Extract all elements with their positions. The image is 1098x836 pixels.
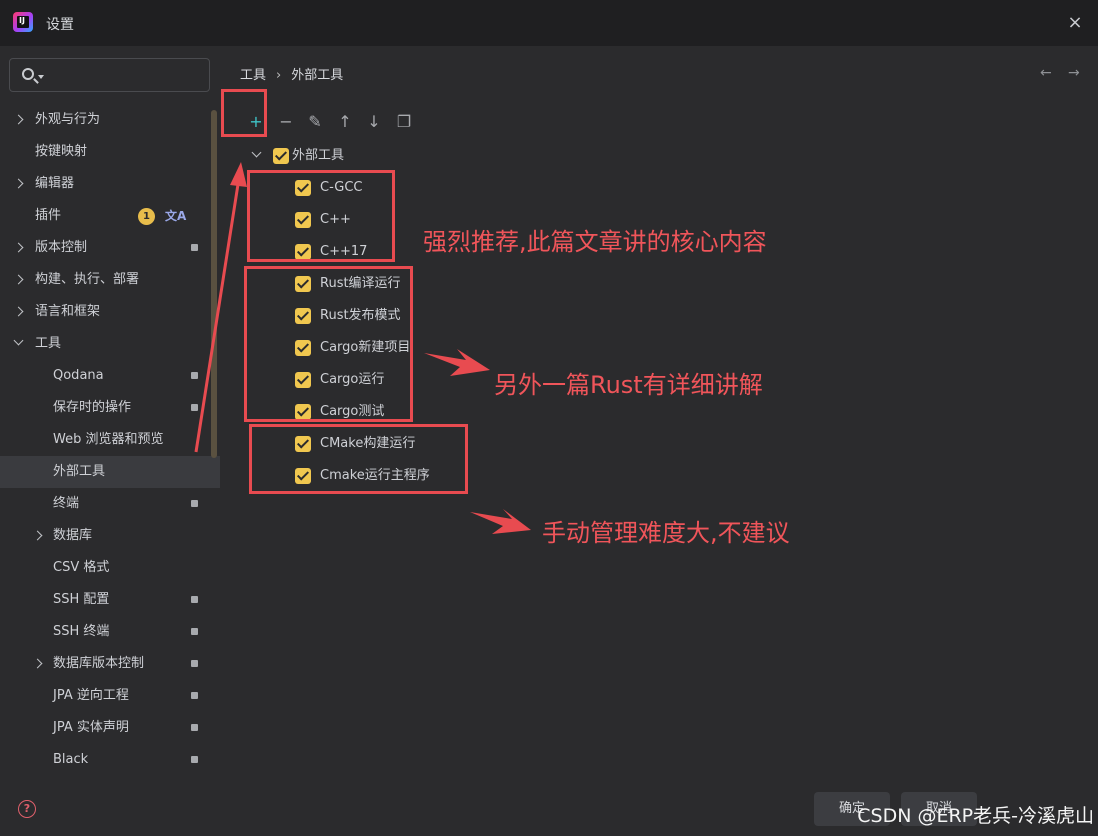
annotation-box-add	[221, 89, 267, 137]
sidebar-item-label: JPA 逆向工程	[53, 688, 129, 703]
search-input[interactable]	[48, 65, 203, 85]
search-box[interactable]	[9, 58, 210, 92]
project-scope-icon	[191, 596, 198, 603]
copy-icon[interactable]: ❐	[394, 111, 414, 133]
sidebar-item-label: 插件	[35, 208, 62, 223]
annotation-note-manual: 手动管理难度大,不建议	[542, 519, 790, 547]
sidebar-item-label: SSH 配置	[53, 592, 110, 607]
sidebar-item-label: Web 浏览器和预览	[53, 432, 164, 447]
back-arrow-icon[interactable]: ←	[1040, 66, 1056, 80]
sidebar-item-label: Qodana	[53, 368, 104, 383]
breadcrumb: 工具 › 外部工具	[240, 64, 343, 83]
sidebar-item-db-migrations[interactable]: 数据库版本控制	[0, 648, 220, 680]
settings-nav: 外观与行为 按键映射 编辑器 插件 1 文A 版本控制 构建、执行、部署 语言和框架…	[0, 104, 220, 776]
window-title: 设置	[46, 17, 74, 33]
sidebar: 外观与行为 按键映射 编辑器 插件 1 文A 版本控制 构建、执行、部署 语言和框架…	[0, 46, 220, 836]
project-scope-icon	[191, 372, 198, 379]
breadcrumb-current: 外部工具	[291, 68, 344, 83]
sidebar-item-label: 版本控制	[35, 240, 88, 255]
title-bar: IJ 设置 ×	[0, 0, 1098, 46]
sidebar-item-build[interactable]: 构建、执行、部署	[0, 264, 220, 296]
sidebar-item-label: 数据库	[53, 528, 93, 543]
sidebar-item-ssh-terminal[interactable]: SSH 终端	[0, 616, 220, 648]
chevron-down-icon[interactable]	[251, 147, 262, 158]
annotation-note-rust: 另外一篇Rust有详细讲解	[494, 371, 763, 399]
sidebar-item-label: 外部工具	[53, 464, 106, 479]
sidebar-item-label: SSH 终端	[53, 624, 110, 639]
project-scope-icon	[191, 628, 198, 635]
sidebar-item-vcs[interactable]: 版本控制	[0, 232, 220, 264]
help-icon[interactable]: ?	[18, 800, 36, 818]
chevron-right-icon[interactable]	[13, 274, 24, 285]
sidebar-item-label: 数据库版本控制	[53, 656, 145, 671]
move-up-icon[interactable]: ↑	[335, 111, 355, 133]
sidebar-item-label: Black	[53, 752, 89, 767]
sidebar-item-label: 工具	[35, 336, 62, 351]
sidebar-item-terminal[interactable]: 终端	[0, 488, 220, 520]
project-scope-icon	[191, 756, 198, 763]
sidebar-item-label: 按键映射	[35, 144, 88, 159]
project-scope-icon	[191, 724, 198, 731]
sidebar-item-database[interactable]: 数据库	[0, 520, 220, 552]
chevron-down-icon[interactable]	[13, 335, 24, 346]
project-scope-icon	[191, 244, 198, 251]
sidebar-item-plugins[interactable]: 插件 1 文A	[0, 200, 220, 232]
translate-icon: 文A	[165, 209, 187, 223]
tree-group-label: 外部工具	[292, 148, 345, 163]
sidebar-item-label: JPA 实体声明	[53, 720, 129, 735]
search-icon[interactable]	[22, 68, 34, 80]
chevron-right-icon[interactable]	[13, 306, 24, 317]
sidebar-item-label: 终端	[53, 496, 80, 511]
sidebar-item-tools[interactable]: 工具	[0, 328, 220, 360]
forward-arrow-icon[interactable]: →	[1068, 66, 1084, 80]
edit-icon[interactable]: ✎	[305, 111, 325, 133]
sidebar-item-label: 外观与行为	[35, 112, 101, 127]
watermark: CSDN @ERP老兵-冷溪虎山	[857, 805, 1094, 827]
project-scope-icon	[191, 500, 198, 507]
sidebar-item-web-browsers[interactable]: Web 浏览器和预览	[0, 424, 220, 456]
annotation-box-rust-tools	[244, 266, 413, 422]
chevron-down-icon[interactable]	[38, 75, 44, 79]
chevron-right-icon[interactable]	[13, 242, 24, 253]
app-logo-icon: IJ	[13, 12, 33, 32]
chevron-right-icon[interactable]	[32, 530, 43, 541]
chevron-right-icon[interactable]	[13, 178, 24, 189]
sidebar-item-qodana[interactable]: Qodana	[0, 360, 220, 392]
history-nav: ← →	[1028, 66, 1084, 81]
sidebar-item-black[interactable]: Black	[0, 744, 220, 776]
sidebar-item-jpa-entity[interactable]: JPA 实体声明	[0, 712, 220, 744]
sidebar-item-label: 语言和框架	[35, 304, 101, 319]
move-down-icon[interactable]: ↓	[364, 111, 384, 133]
sidebar-item-external-tools[interactable]: 外部工具	[0, 456, 220, 488]
tree-group[interactable]: 外部工具	[250, 140, 430, 172]
sidebar-item-appearance[interactable]: 外观与行为	[0, 104, 220, 136]
sidebar-item-editor[interactable]: 编辑器	[0, 168, 220, 200]
chevron-right-icon[interactable]	[32, 658, 43, 669]
sidebar-item-keymap[interactable]: 按键映射	[0, 136, 220, 168]
update-badge: 1	[138, 208, 155, 225]
breadcrumb-separator: ›	[276, 68, 282, 83]
annotation-note-recommended: 强烈推荐,此篇文章讲的核心内容	[423, 228, 767, 256]
sidebar-item-label: 保存时的操作	[53, 400, 132, 415]
remove-icon[interactable]: −	[276, 111, 296, 133]
sidebar-item-label: CSV 格式	[53, 560, 110, 575]
sidebar-item-actions-on-save[interactable]: 保存时的操作	[0, 392, 220, 424]
sidebar-item-ssh-config[interactable]: SSH 配置	[0, 584, 220, 616]
project-scope-icon	[191, 692, 198, 699]
sidebar-item-jpa-reverse[interactable]: JPA 逆向工程	[0, 680, 220, 712]
breadcrumb-parent[interactable]: 工具	[240, 68, 266, 83]
close-icon[interactable]: ×	[1062, 10, 1088, 36]
sidebar-item-label: 编辑器	[35, 176, 75, 191]
sidebar-item-languages[interactable]: 语言和框架	[0, 296, 220, 328]
checkbox[interactable]	[273, 148, 289, 164]
annotation-box-c-tools	[247, 170, 395, 262]
sidebar-item-label: 构建、执行、部署	[35, 272, 140, 287]
sidebar-scrollbar[interactable]	[211, 110, 217, 458]
annotation-box-cmake-tools	[249, 424, 468, 494]
chevron-right-icon[interactable]	[13, 114, 24, 125]
project-scope-icon	[191, 660, 198, 667]
sidebar-item-csv[interactable]: CSV 格式	[0, 552, 220, 584]
project-scope-icon	[191, 404, 198, 411]
